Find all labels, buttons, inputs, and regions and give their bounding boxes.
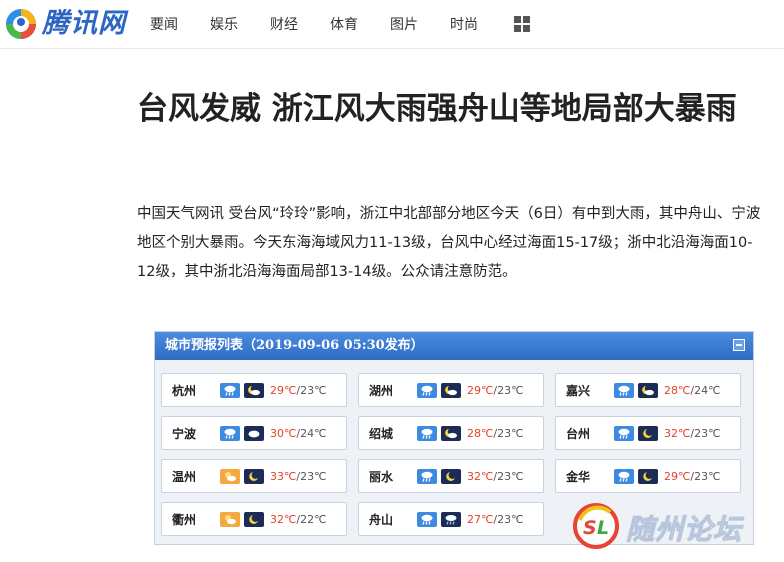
moon-icon [638,425,658,441]
low-temperature: /24℃ [690,383,721,397]
more-grid-icon[interactable] [514,16,530,32]
high-temperature: 32℃ [467,469,494,483]
tencent-logo[interactable]: 腾讯网 [4,4,126,44]
temperature-range: 29℃/23℃ [664,470,720,483]
rain-icon [417,382,437,398]
temperature-range: 33℃/23℃ [270,470,326,483]
high-temperature: 28℃ [664,383,691,397]
site-header: 腾讯网 要闻 娱乐 财经 体育 图片 时尚 [0,0,784,49]
city-forecast-cell: 衢州 32℃/22℃ [161,502,347,536]
low-temperature: /23℃ [493,512,524,526]
temperature-range: 32℃/23℃ [664,427,720,440]
city-forecast-cell: 宁波 30℃/24℃ [161,416,347,450]
temperature-range: 29℃/23℃ [467,384,523,397]
moon-icon [441,468,461,484]
high-temperature: 32℃ [664,426,691,440]
low-temperature: /23℃ [690,426,721,440]
night-rain-icon [441,511,461,527]
nav-item-entertainment[interactable]: 娱乐 [210,14,238,34]
temperature-range: 32℃/23℃ [467,470,523,483]
rain-icon [417,468,437,484]
svg-text:L: L [597,517,609,539]
nav-item-news[interactable]: 要闻 [150,14,178,34]
low-temperature: /23℃ [493,426,524,440]
temperature-range: 29℃/23℃ [270,384,326,397]
city-name: 金华 [566,469,591,484]
high-temperature: 33℃ [270,469,297,483]
temperature-range: 28℃/23℃ [467,427,523,440]
city-forecast-cell: 温州 33℃/23℃ [161,459,347,493]
article-lead: 中国天气网讯 受台风“玲玲”影响，浙江中北部部分地区今天（6日）有中到大雨，其中… [137,206,761,280]
city-name: 杭州 [172,383,197,398]
nav-item-sports[interactable]: 体育 [330,14,358,34]
main-nav: 要闻 娱乐 财经 体育 图片 时尚 [150,0,530,48]
night-cloud-icon [441,382,461,398]
rain-icon [614,468,634,484]
high-temperature: 29℃ [467,383,494,397]
low-temperature: /23℃ [493,383,524,397]
city-forecast-cell: 湖州 29℃/23℃ [358,373,544,407]
cloud-icon [244,425,264,441]
city-forecast-cell: 金华 29℃/23℃ [555,459,741,493]
watermark: S L 随州论坛 [570,502,784,554]
city-name: 嘉兴 [566,383,591,398]
night-cloud-icon [244,382,264,398]
logo-text: 腾讯网 [42,8,126,39]
city-name: 衢州 [172,512,197,527]
sun-cloud-icon [220,468,240,484]
city-name: 宁波 [172,426,197,441]
moon-icon [244,511,264,527]
city-name: 绍城 [369,426,394,441]
night-cloud-icon [441,425,461,441]
low-temperature: /22℃ [296,512,327,526]
rain-icon [417,425,437,441]
city-forecast-cell: 嘉兴 28℃/24℃ [555,373,741,407]
moon-icon [244,468,264,484]
city-name: 温州 [172,469,197,484]
low-temperature: /23℃ [690,469,721,483]
temperature-range: 30℃/24℃ [270,427,326,440]
high-temperature: 29℃ [664,469,691,483]
city-name: 丽水 [369,469,394,484]
high-temperature: 27℃ [467,512,494,526]
temperature-range: 32℃/22℃ [270,513,326,526]
article-title: 台风发威 浙江风大雨强舟山等地局部大暴雨 [137,91,737,127]
city-name: 台州 [566,426,591,441]
city-name: 湖州 [369,383,394,398]
nav-item-fashion[interactable]: 时尚 [450,14,478,34]
low-temperature: /24℃ [296,426,327,440]
moon-icon [638,468,658,484]
tencent-logo-icon [6,9,36,39]
city-forecast-cell: 杭州 29℃/23℃ [161,373,347,407]
high-temperature: 28℃ [467,426,494,440]
rain-icon [614,425,634,441]
nav-item-finance[interactable]: 财经 [270,14,298,34]
high-temperature: 32℃ [270,512,297,526]
high-temperature: 29℃ [270,383,297,397]
watermark-logo-icon: S L [573,503,619,549]
forecast-panel-header: 城市预报列表（2019-09-06 05:30发布） [155,332,753,360]
forecast-panel-title: 城市预报列表（2019-09-06 05:30发布） [165,338,424,353]
rain-icon [220,382,240,398]
city-forecast-cell: 舟山 27℃/23℃ [358,502,544,536]
nav-item-photos[interactable]: 图片 [390,14,418,34]
high-temperature: 30℃ [270,426,297,440]
svg-text:S: S [583,517,597,539]
city-forecast-cell: 丽水 32℃/23℃ [358,459,544,493]
low-temperature: /23℃ [493,469,524,483]
city-name: 舟山 [369,512,394,527]
watermark-text: 随州论坛 [625,513,743,547]
night-cloud-icon [638,382,658,398]
collapse-icon[interactable] [733,339,745,351]
city-forecast-cell: 台州 32℃/23℃ [555,416,741,450]
low-temperature: /23℃ [296,383,327,397]
sun-cloud-icon [220,511,240,527]
rain-icon [220,425,240,441]
city-forecast-cell: 绍城 28℃/23℃ [358,416,544,450]
temperature-range: 27℃/23℃ [467,513,523,526]
temperature-range: 28℃/24℃ [664,384,720,397]
rain-icon [614,382,634,398]
low-temperature: /23℃ [296,469,327,483]
rain-icon [417,511,437,527]
